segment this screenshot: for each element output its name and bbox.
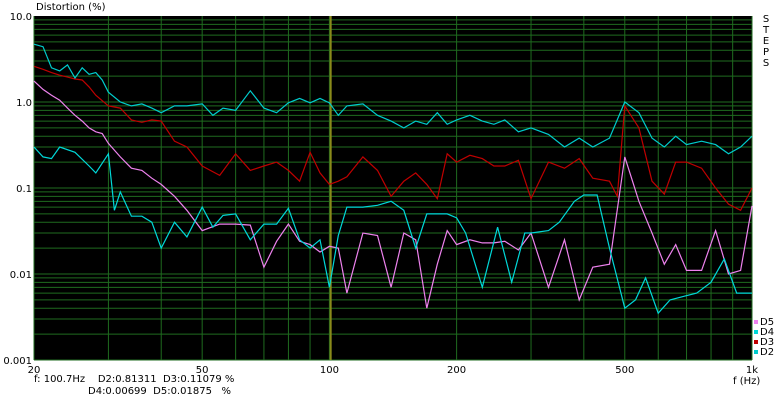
x-axis-label: f (Hz) [733,376,760,387]
legend-swatch [754,340,758,344]
x-tick-label: 1k [746,365,758,376]
y-tick-label: 10.0 [10,12,32,23]
legend-swatch [754,350,758,354]
distortion-chart: 20 50 100 200 500 1k 10.01.00.10.010.001 Dist… [3,2,774,387]
y-tick-label: 1.0 [16,98,32,109]
legend-swatch [754,330,758,334]
legend-label: D2 [760,347,774,358]
side-label-letter: T [762,25,770,36]
y-tick-label: 0.001 [3,356,32,367]
side-label-letter: P [763,47,769,58]
x-tick-label: 100 [320,365,339,376]
readout-line-2: D4:0.00699 D5:0.01875 % [88,386,231,397]
x-tick-label: 200 [447,365,466,376]
y-tick-label: 0.01 [10,270,32,281]
y-axis-label: Distortion (%) [36,2,106,13]
side-label-letter: S [763,14,769,25]
y-tick-labels: 10.0 1.0 0.1 0.01 0.001 [3,12,32,367]
side-label-letter: S [763,58,769,69]
y-tick-label: 0.1 [16,184,32,195]
legend-swatch [754,320,758,324]
x-tick-label: 500 [615,365,634,376]
side-label-letter: E [763,36,769,47]
legend: D5D4D3D2 [754,317,774,358]
side-label-steps: STEPS [762,14,770,69]
readout-line-1: f: 100.7Hz D2:0.81311 D3:0.11079 % [34,374,235,385]
